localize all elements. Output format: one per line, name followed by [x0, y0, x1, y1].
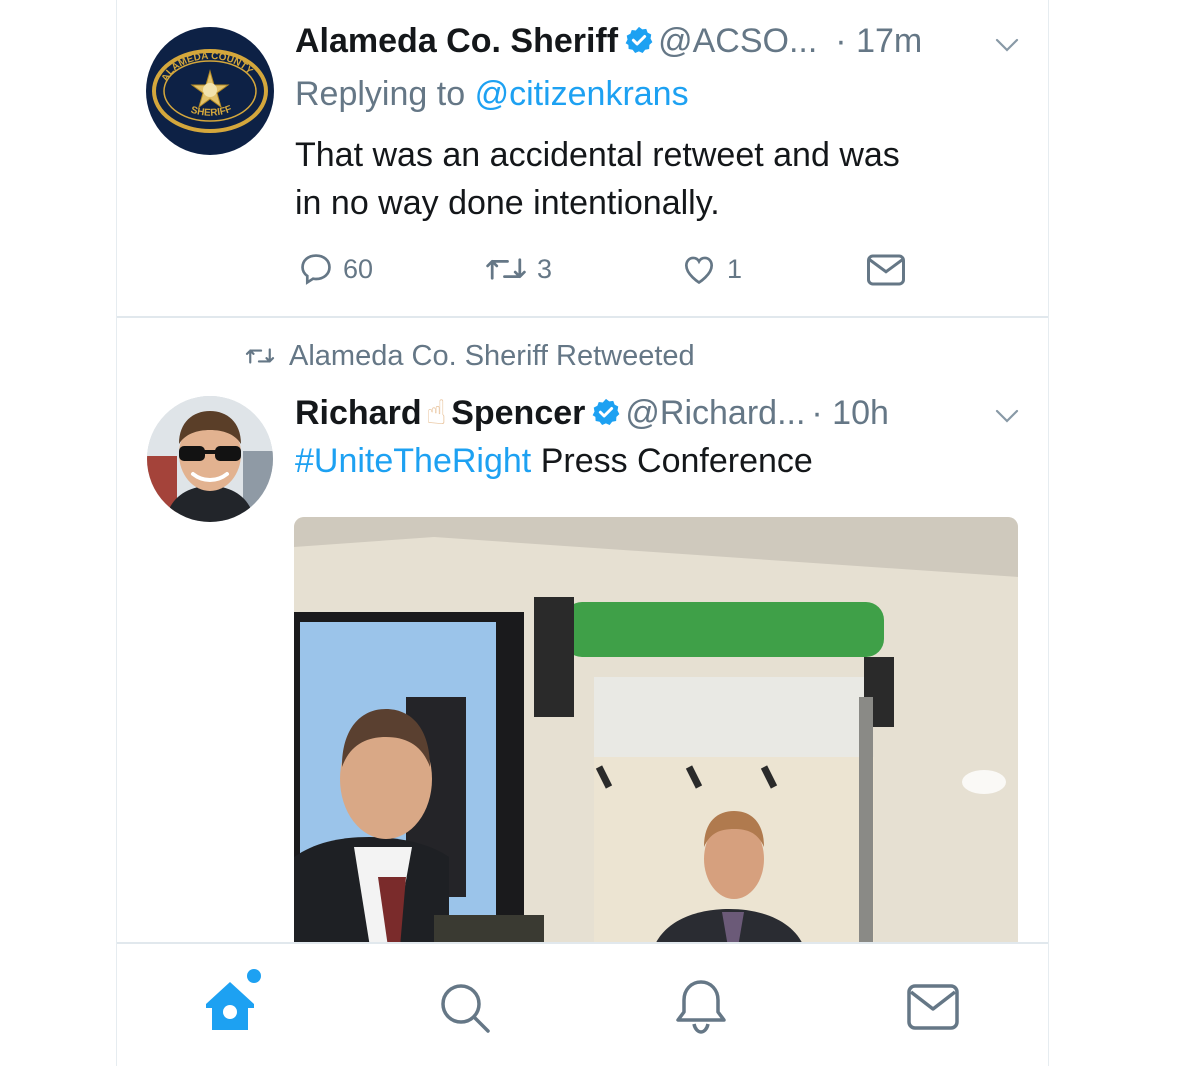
direct-message-button[interactable] — [865, 252, 907, 288]
heart-icon — [684, 256, 714, 285]
tweet-text-body: Press Conference — [540, 442, 813, 480]
sheriff-badge-icon: ALAMEDA COUNTY SHERIFF — [152, 49, 268, 133]
handle[interactable]: @Richard... — [625, 394, 805, 432]
pointing-up-emoji: ☝ — [426, 394, 447, 432]
retweet-icon — [486, 258, 526, 280]
display-name[interactable]: Richard — [295, 394, 422, 432]
retweet-context: Alameda Co. Sheriff Retweeted — [243, 340, 695, 373]
tweet-text-line: That was an accidental retweet and was — [295, 136, 900, 174]
reply-context: Replying to @citizenkrans — [295, 75, 689, 114]
handle[interactable]: @ACSO... — [658, 22, 817, 60]
reply-button[interactable]: 60 — [297, 250, 373, 288]
press-conference-video-frame — [294, 517, 1018, 947]
notifications-icon — [676, 980, 726, 1034]
chevron-down-icon[interactable] — [994, 407, 1020, 425]
reply-icon — [301, 254, 331, 285]
display-name[interactable]: Alameda Co. Sheriff — [295, 22, 618, 60]
nav-notifications[interactable] — [672, 976, 730, 1041]
tweet-header: Alameda Co. Sheriff @ACSO... · 17m — [295, 22, 922, 61]
retweet-button[interactable]: 3 — [483, 250, 552, 288]
timestamp[interactable]: · 17m — [835, 22, 922, 60]
tweet-header: Richard ☝ Spencer @Richard... · 10h — [295, 393, 889, 433]
profile-photo — [147, 396, 273, 522]
home-icon — [206, 969, 261, 1030]
avatar[interactable]: ALAMEDA COUNTY SHERIFF — [146, 27, 274, 155]
video-thumbnail[interactable] — [294, 517, 1018, 947]
tweet-text-line: in no way done intentionally. — [295, 184, 720, 222]
replying-to-handle[interactable]: @citizenkrans — [475, 75, 689, 113]
tweet[interactable]: ALAMEDA COUNTY SHERIFF Alameda Co. Sheri… — [117, 0, 1048, 316]
chevron-down-icon[interactable] — [994, 36, 1020, 54]
display-name[interactable]: Spencer — [451, 394, 585, 432]
tweet-text: #UniteTheRight Press Conference — [295, 442, 813, 481]
retweeted-by-label[interactable]: Alameda Co. Sheriff Retweeted — [289, 340, 695, 372]
search-icon — [441, 984, 490, 1033]
like-count: 1 — [727, 253, 743, 284]
timestamp[interactable]: · 10h — [811, 394, 889, 432]
like-button[interactable]: 1 — [679, 250, 742, 288]
tweet-text: That was an accidental retweet and was i… — [295, 131, 900, 227]
envelope-icon — [867, 254, 905, 286]
timeline: ALAMEDA COUNTY SHERIFF Alameda Co. Sheri… — [116, 0, 1049, 1066]
verified-badge-icon — [593, 398, 620, 425]
hashtag-link[interactable]: #UniteTheRight — [295, 442, 531, 480]
retweet-count: 3 — [537, 253, 553, 284]
nav-home[interactable] — [202, 964, 264, 1041]
messages-icon — [907, 984, 959, 1030]
nav-search[interactable] — [437, 980, 493, 1041]
retweet-icon — [245, 348, 275, 364]
reply-count: 60 — [343, 253, 374, 284]
verified-badge-icon — [625, 26, 653, 53]
bottom-navigation — [117, 944, 1048, 1066]
replying-to-label: Replying to — [295, 75, 466, 113]
avatar[interactable] — [147, 396, 273, 522]
nav-messages[interactable] — [905, 982, 961, 1037]
